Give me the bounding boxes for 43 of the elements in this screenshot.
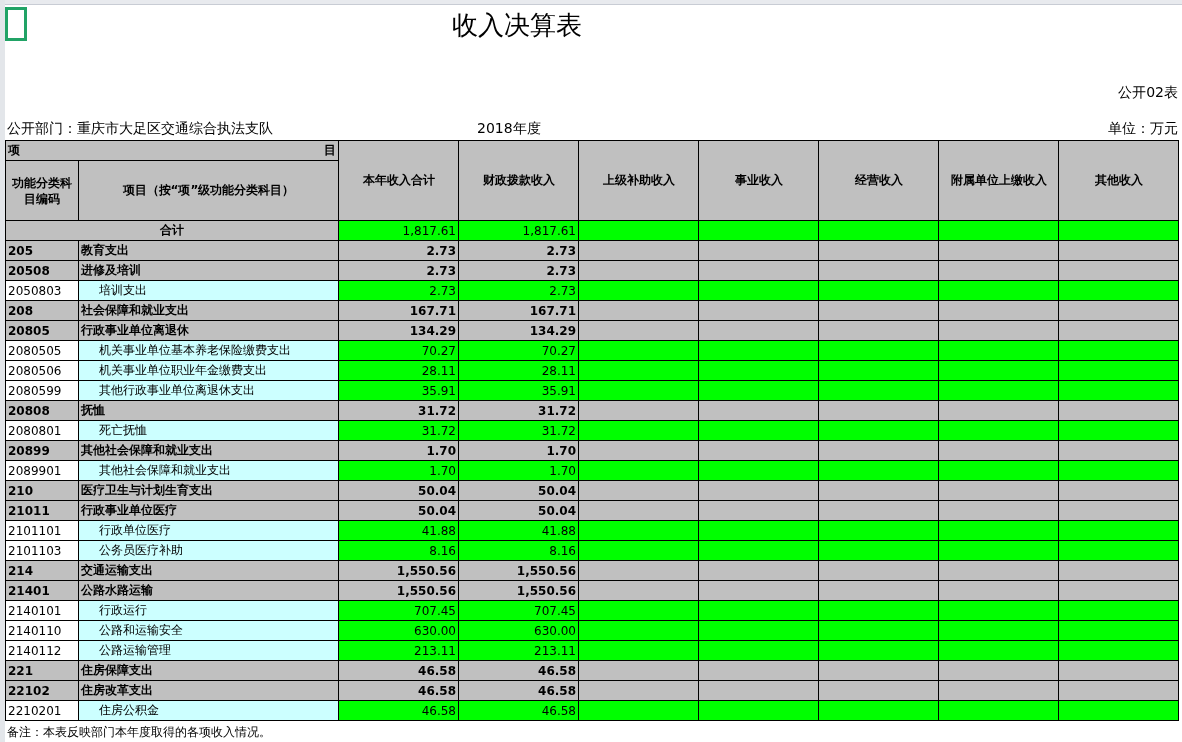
table-number: 公开02表 [1118,84,1178,102]
table-cell: 2101101 [5,520,79,541]
table-cell: 2140112 [5,640,79,661]
table-cell: 20508 [5,260,79,281]
table-cell: 20808 [5,400,79,421]
table-cell: 2080801 [5,420,79,441]
cell-cursor [5,7,27,41]
table-cell: 21401 [5,580,79,601]
column-header: 附属单位上缴收入 [938,140,1059,221]
table-cell: 214 [5,560,79,581]
table-cell: 2080599 [5,380,79,401]
table-cell: 2080506 [5,360,79,381]
table-cell: 20899 [5,440,79,461]
column-header: 功能分类科目编码 [5,160,79,221]
header-label: 项 [8,142,20,159]
column-header: 经营收入 [818,140,939,221]
year-label: 2018年度 [477,120,542,138]
footnote: 备注：本表反映部门本年度取得的各项收入情况。 [6,724,272,741]
column-header: 项目（按“项”级功能分类科目） [78,160,339,221]
table-cell: 2089901 [5,460,79,481]
report-title: 收入决算表 [451,8,582,42]
unit-label: 单位：万元 [1108,120,1178,138]
table-cell: 2050803 [5,280,79,301]
table-cell: 2140110 [5,620,79,641]
column-header: 财政拨款收入 [458,140,579,221]
total-label: 合计 [5,220,339,241]
table-cell: 221 [5,660,79,681]
table-cell: 21011 [5,500,79,521]
table-cell: 2210201 [5,700,79,721]
table-cell: 20805 [5,320,79,341]
table-cell: 22102 [5,680,79,701]
header-label: 目 [324,142,336,159]
table-cell: 2101103 [5,540,79,561]
table-cell: 2140101 [5,600,79,621]
column-header: 其他收入 [1058,140,1179,221]
column-header: 上级补助收入 [578,140,699,221]
column-header: 本年收入合计 [338,140,459,221]
table-cell: 208 [5,300,79,321]
column-header: 事业收入 [698,140,819,221]
table-cell: 2080505 [5,340,79,361]
table-cell: 205 [5,240,79,261]
department-label: 公开部门：重庆市大足区交通综合执法支队 [6,120,274,138]
table-cell: 210 [5,480,79,501]
